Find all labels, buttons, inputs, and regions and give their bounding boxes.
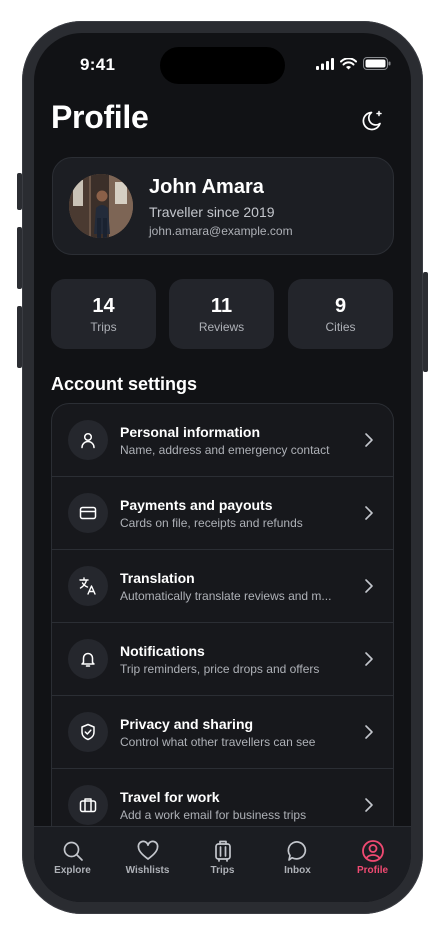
volume-up-button bbox=[17, 227, 22, 289]
stat-label: Reviews bbox=[198, 320, 245, 334]
stat-label: Trips bbox=[90, 320, 117, 334]
status-bar: 9:41 bbox=[34, 33, 411, 93]
shield-icon bbox=[68, 712, 108, 752]
chevron-right-icon bbox=[365, 506, 373, 520]
stats-row: 14 Trips 11 Reviews 9 Cities bbox=[51, 279, 394, 350]
tab-explore[interactable]: Explore bbox=[35, 839, 110, 876]
profile-subtitle: Traveller since 2019 bbox=[149, 204, 275, 220]
action-button bbox=[17, 173, 22, 210]
chat-icon bbox=[287, 841, 306, 861]
avatar[interactable] bbox=[69, 174, 133, 238]
tab-profile[interactable]: Profile bbox=[335, 839, 410, 876]
settings-row-title: Travel for work bbox=[120, 789, 220, 805]
chevron-right-icon bbox=[365, 433, 373, 447]
stat-value: 14 bbox=[92, 295, 115, 317]
profile-name: John Amara bbox=[149, 176, 264, 198]
settings-row-payments[interactable]: Payments and payouts Cards on file, rece… bbox=[52, 477, 393, 550]
page-title: Profile bbox=[51, 99, 149, 135]
wifi-icon bbox=[340, 57, 357, 69]
heart-icon bbox=[137, 840, 158, 860]
settings-list: Personal information Name, address and e… bbox=[51, 403, 394, 844]
settings-row-subtitle: Add a work email for business trips bbox=[120, 808, 307, 822]
screen: 9:41 Profile John Amara Traveller since … bbox=[34, 33, 411, 902]
settings-row-privacy[interactable]: Privacy and sharing Control what other t… bbox=[52, 696, 393, 769]
settings-row-title: Privacy and sharing bbox=[120, 716, 254, 732]
briefcase-icon bbox=[68, 785, 108, 825]
chevron-right-icon bbox=[365, 725, 373, 739]
volume-down-button bbox=[17, 306, 22, 368]
person-icon bbox=[68, 420, 108, 460]
tab-bar: Explore Wishlists Trips Inbox Profile bbox=[34, 826, 411, 902]
profile-email: john.amara@example.com bbox=[149, 224, 293, 238]
settings-row-subtitle: Trip reminders, price drops and offers bbox=[120, 662, 320, 676]
settings-row-personal-information[interactable]: Personal information Name, address and e… bbox=[52, 404, 393, 477]
chevron-right-icon bbox=[365, 579, 373, 593]
stat-trips[interactable]: 14 Trips bbox=[51, 279, 156, 349]
profile-card[interactable]: John Amara Traveller since 2019 john.ama… bbox=[52, 157, 394, 255]
stat-label: Cities bbox=[325, 320, 356, 334]
settings-row-subtitle: Name, address and emergency contact bbox=[120, 443, 330, 457]
power-button bbox=[423, 272, 428, 372]
stat-value: 9 bbox=[334, 295, 347, 317]
tab-label: Trips bbox=[210, 865, 235, 876]
settings-row-title: Translation bbox=[120, 570, 195, 586]
profile-icon bbox=[361, 840, 384, 862]
card-icon bbox=[68, 493, 108, 533]
settings-row-subtitle: Automatically translate reviews and m... bbox=[120, 589, 332, 603]
settings-row-title: Personal information bbox=[120, 424, 261, 440]
stat-reviews[interactable]: 11 Reviews bbox=[169, 279, 274, 349]
tab-trips[interactable]: Trips bbox=[185, 839, 260, 876]
settings-row-title: Payments and payouts bbox=[120, 497, 273, 513]
stat-cities[interactable]: 9 Cities bbox=[288, 279, 393, 349]
translate-icon bbox=[68, 566, 108, 606]
tab-label: Profile bbox=[356, 865, 389, 876]
stat-value: 11 bbox=[210, 295, 233, 317]
search-icon bbox=[63, 841, 83, 861]
chevron-right-icon bbox=[365, 798, 373, 812]
status-time: 9:41 bbox=[80, 55, 116, 74]
settings-row-subtitle: Control what other travellers can see bbox=[120, 735, 316, 749]
chevron-right-icon bbox=[365, 652, 373, 666]
section-title: Account settings bbox=[51, 374, 198, 394]
tab-label: Wishlists bbox=[125, 865, 170, 876]
bell-icon bbox=[68, 639, 108, 679]
tab-inbox[interactable]: Inbox bbox=[260, 839, 335, 876]
battery-icon bbox=[363, 57, 391, 70]
moon-icon[interactable] bbox=[361, 107, 387, 133]
signal-icon bbox=[316, 57, 334, 70]
dynamic-island bbox=[160, 47, 285, 84]
settings-row-notifications[interactable]: Notifications Trip reminders, price drop… bbox=[52, 623, 393, 696]
tab-wishlists[interactable]: Wishlists bbox=[110, 839, 185, 876]
status-icons bbox=[316, 57, 391, 70]
tab-label: Explore bbox=[54, 865, 91, 876]
settings-row-title: Notifications bbox=[120, 643, 205, 659]
settings-row-translation[interactable]: Translation Automatically translate revi… bbox=[52, 550, 393, 623]
luggage-icon bbox=[214, 840, 231, 862]
settings-row-subtitle: Cards on file, receipts and refunds bbox=[120, 516, 303, 530]
tab-label: Inbox bbox=[284, 865, 311, 876]
